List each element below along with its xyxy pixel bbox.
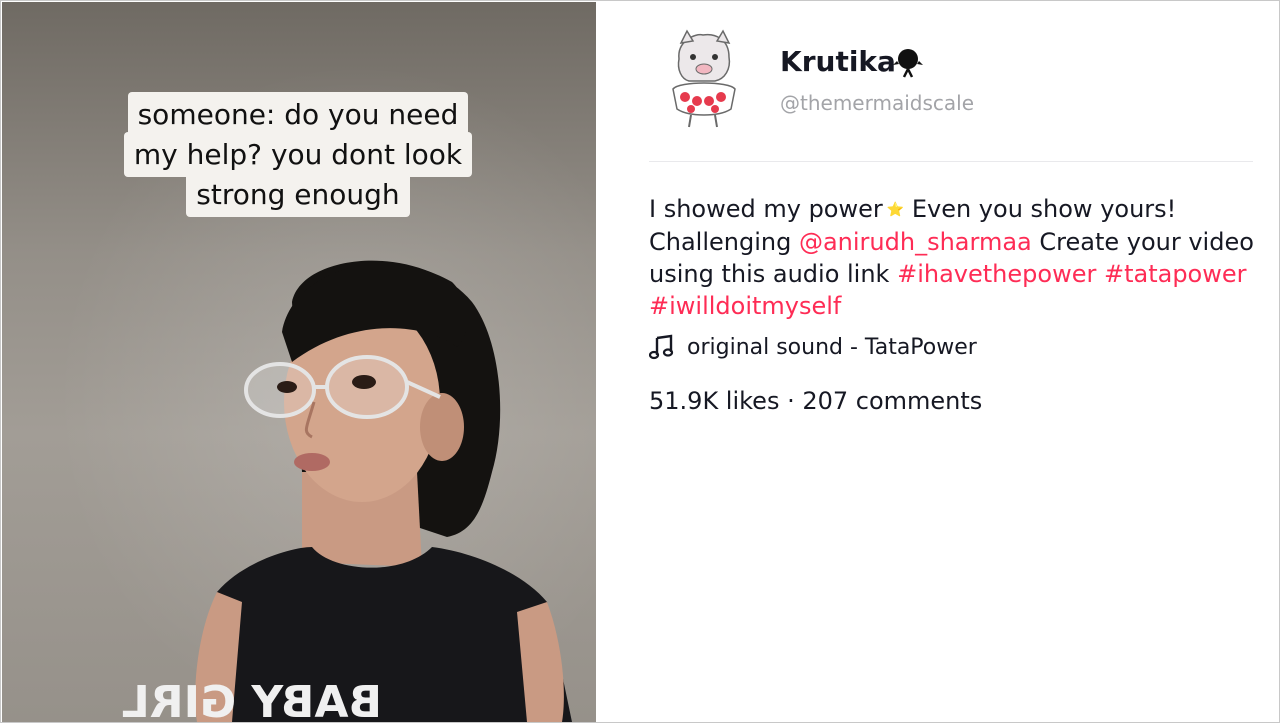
author-display-name[interactable]: Krutika (780, 45, 896, 78)
video-caption: someone: do you need my help? you dont l… (119, 92, 477, 217)
desc-text-1: I showed my power (649, 195, 883, 223)
star-icon: ⭐ (886, 202, 905, 218)
caption-line-3: strong enough (186, 172, 410, 217)
sound-link[interactable]: original sound - TataPower (649, 333, 977, 361)
comments-count[interactable]: 207 comments (802, 387, 982, 415)
author-avatar[interactable] (659, 29, 747, 129)
bird-icon (893, 49, 923, 78)
post-stats: 51.9K likes · 207 comments (649, 387, 982, 415)
post-card: BABY GIRL someone: do you need my help? … (0, 0, 1280, 723)
post-description: I showed my power ⭐ Even you show yours! … (649, 193, 1269, 322)
caption-line-1: someone: do you need (127, 92, 469, 137)
sound-label: original sound - TataPower (687, 334, 977, 360)
hashtag-link[interactable]: #iwilldoitmyself (649, 292, 841, 320)
post-info-panel: Krutika @themermaidscale I showed my pow… (597, 1, 1279, 722)
hashtag-link[interactable]: #tatapower (1104, 260, 1247, 288)
mention-link[interactable]: @anirudh_sharmaa (799, 228, 1032, 256)
music-note-icon (649, 334, 674, 360)
stats-separator: · (779, 387, 803, 415)
shirt-text: BABY GIRL (122, 677, 382, 722)
author-handle[interactable]: @themermaidscale (780, 91, 974, 115)
divider (649, 161, 1253, 162)
caption-line-2: my help? you dont look (123, 132, 473, 177)
hashtag-link[interactable]: #ihavethepower (897, 260, 1096, 288)
likes-count: 51.9K likes (649, 387, 780, 415)
video-player[interactable]: BABY GIRL someone: do you need my help? … (2, 2, 596, 722)
